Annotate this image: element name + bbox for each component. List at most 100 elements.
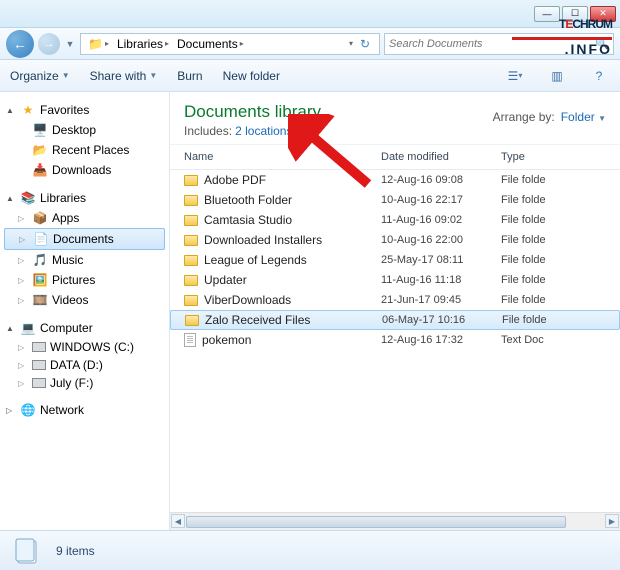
network-group[interactable]: ▷🌐Network — [0, 400, 169, 420]
sidebar-item-drive-d[interactable]: ▷DATA (D:) — [0, 356, 169, 374]
library-title: Documents library — [184, 102, 321, 122]
column-headers: Name Date modified Type — [170, 145, 620, 170]
cell-type: File folde — [495, 294, 575, 306]
cell-name: pokemon — [170, 333, 375, 347]
toolbar: Organize ▼ Share with ▼ Burn New folder … — [0, 60, 620, 92]
scroll-right-button[interactable]: ▶ — [605, 514, 619, 528]
cell-date: 11-Aug-16 09:02 — [375, 214, 495, 226]
address-bar[interactable]: 📁▸ Libraries ▸ Documents ▸ ▾ ↻ — [80, 33, 380, 55]
column-type[interactable]: Type — [495, 149, 575, 165]
cell-type: File folde — [495, 234, 575, 246]
folder-icon — [184, 175, 198, 186]
help-button[interactable]: ? — [588, 65, 610, 87]
navigation-bar: ← → ▼ 📁▸ Libraries ▸ Documents ▸ ▾ ↻ 🔍 — [0, 28, 620, 60]
horizontal-scrollbar[interactable]: ◀ ▶ — [170, 512, 620, 530]
forward-button[interactable]: → — [38, 33, 60, 55]
folder-icon — [184, 295, 198, 306]
folder-icon — [184, 255, 198, 266]
search-box[interactable]: 🔍 — [384, 33, 614, 55]
arrange-by-dropdown[interactable]: Folder ▼ — [561, 110, 606, 124]
search-icon: 🔍 — [595, 37, 609, 50]
sidebar-item-music[interactable]: ▷🎵Music — [0, 250, 169, 270]
text-file-icon — [184, 333, 196, 347]
scroll-thumb[interactable] — [186, 516, 566, 528]
library-includes: Includes: 2 locations — [184, 124, 321, 138]
cell-date: 10-Aug-16 22:00 — [375, 234, 495, 246]
folder-icon — [185, 315, 199, 326]
sidebar-item-apps[interactable]: ▷📦Apps — [0, 208, 169, 228]
maximize-button[interactable]: ☐ — [562, 6, 588, 22]
sidebar-item-downloads[interactable]: 📥Downloads — [0, 160, 169, 180]
cell-name: League of Legends — [170, 253, 375, 267]
cell-type: File folde — [495, 214, 575, 226]
file-row[interactable]: Bluetooth Folder10-Aug-16 22:17File fold… — [170, 190, 620, 210]
new-folder-button[interactable]: New folder — [223, 69, 280, 83]
folder-icon — [184, 275, 198, 286]
cell-name: Camtasia Studio — [170, 213, 375, 227]
file-list: Adobe PDF12-Aug-16 09:08File foldeBlueto… — [170, 170, 620, 512]
status-icon — [12, 535, 44, 567]
address-dropdown[interactable]: ▾ — [349, 39, 353, 48]
search-input[interactable] — [389, 38, 595, 50]
file-row[interactable]: ViberDownloads21-Jun-17 09:45File folde — [170, 290, 620, 310]
organize-button[interactable]: Organize ▼ — [10, 69, 70, 83]
cell-type: File folde — [495, 254, 575, 266]
minimize-button[interactable]: — — [534, 6, 560, 22]
sidebar-item-desktop[interactable]: 🖥️Desktop — [0, 120, 169, 140]
computer-group[interactable]: ▲💻Computer — [0, 318, 169, 338]
content-pane: Documents library Includes: 2 locations … — [170, 92, 620, 530]
cell-type: File folde — [495, 174, 575, 186]
locations-link[interactable]: 2 locations — [235, 124, 292, 138]
file-row[interactable]: Downloaded Installers10-Aug-16 22:00File… — [170, 230, 620, 250]
navigation-pane: ▲★Favorites 🖥️Desktop 📂Recent Places 📥Do… — [0, 92, 170, 530]
cell-date: 21-Jun-17 09:45 — [375, 294, 495, 306]
breadcrumb-libraries[interactable]: Libraries ▸ — [114, 37, 172, 51]
view-options-button[interactable]: ☰▾ — [504, 65, 526, 87]
status-text: 9 items — [56, 544, 95, 558]
favorites-group[interactable]: ▲★Favorites — [0, 100, 169, 120]
sidebar-item-recent[interactable]: 📂Recent Places — [0, 140, 169, 160]
preview-pane-button[interactable]: ▥ — [546, 65, 568, 87]
column-date[interactable]: Date modified — [375, 149, 495, 165]
cell-date: 25-May-17 08:11 — [375, 254, 495, 266]
folder-icon — [184, 215, 198, 226]
cell-date: 12-Aug-16 09:08 — [375, 174, 495, 186]
sidebar-item-drive-f[interactable]: ▷July (F:) — [0, 374, 169, 392]
history-dropdown[interactable]: ▼ — [64, 39, 76, 49]
sidebar-item-pictures[interactable]: ▷🖼️Pictures — [0, 270, 169, 290]
cell-type: File folde — [496, 314, 576, 326]
close-button[interactable]: ✕ — [590, 6, 616, 22]
burn-button[interactable]: Burn — [177, 69, 202, 83]
cell-name: Zalo Received Files — [171, 313, 376, 327]
folder-icon — [184, 235, 198, 246]
cell-name: Updater — [170, 273, 375, 287]
scroll-left-button[interactable]: ◀ — [171, 514, 185, 528]
column-name[interactable]: Name — [170, 149, 375, 165]
title-bar: — ☐ ✕ — [0, 0, 620, 28]
cell-name: Bluetooth Folder — [170, 193, 375, 207]
file-row[interactable]: pokemon12-Aug-16 17:32Text Doc — [170, 330, 620, 350]
sidebar-item-videos[interactable]: ▷🎞️Videos — [0, 290, 169, 310]
libraries-group[interactable]: ▲📚Libraries — [0, 188, 169, 208]
sidebar-item-documents[interactable]: ▷📄Documents — [4, 228, 165, 250]
back-button[interactable]: ← — [6, 30, 34, 58]
sidebar-item-drive-c[interactable]: ▷WINDOWS (C:) — [0, 338, 169, 356]
cell-date: 10-Aug-16 22:17 — [375, 194, 495, 206]
file-row[interactable]: Adobe PDF12-Aug-16 09:08File folde — [170, 170, 620, 190]
share-button[interactable]: Share with ▼ — [90, 69, 158, 83]
cell-date: 12-Aug-16 17:32 — [375, 334, 495, 346]
file-row[interactable]: Zalo Received Files06-May-17 10:16File f… — [170, 310, 620, 330]
cell-name: Downloaded Installers — [170, 233, 375, 247]
window-controls: — ☐ ✕ — [534, 6, 616, 22]
cell-date: 11-Aug-16 11:18 — [375, 274, 495, 286]
file-row[interactable]: Camtasia Studio11-Aug-16 09:02File folde — [170, 210, 620, 230]
cell-name: ViberDownloads — [170, 293, 375, 307]
cell-name: Adobe PDF — [170, 173, 375, 187]
library-header: Documents library Includes: 2 locations … — [170, 92, 620, 145]
breadcrumb-root-icon[interactable]: 📁▸ — [85, 37, 112, 51]
file-row[interactable]: League of Legends25-May-17 08:11File fol… — [170, 250, 620, 270]
file-row[interactable]: Updater11-Aug-16 11:18File folde — [170, 270, 620, 290]
breadcrumb-documents[interactable]: Documents ▸ — [174, 37, 247, 51]
cell-date: 06-May-17 10:16 — [376, 314, 496, 326]
refresh-button[interactable]: ↻ — [355, 37, 375, 51]
